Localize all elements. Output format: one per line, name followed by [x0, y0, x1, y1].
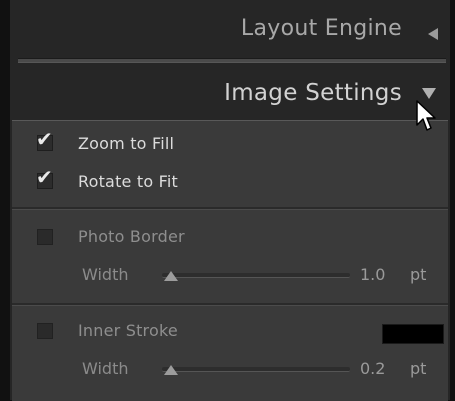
- photo-border-width-label: Width: [82, 265, 129, 284]
- panel-divider: [18, 58, 446, 63]
- inner-stroke-color-swatch[interactable]: [382, 324, 444, 344]
- zoom-to-fill-row[interactable]: ✔ Zoom to Fill: [12, 129, 448, 157]
- right-panel: Layout Engine Image Settings ✔ Zoom to F…: [10, 0, 450, 401]
- inner-stroke-label: Inner Stroke: [78, 321, 178, 340]
- photo-border-width-row: Width 1.0 pt: [12, 263, 448, 289]
- mouse-cursor-icon: [416, 100, 436, 131]
- inner-stroke-row[interactable]: Inner Stroke: [12, 321, 448, 345]
- slider-thumb-icon[interactable]: [164, 271, 179, 281]
- image-settings-header[interactable]: Image Settings: [10, 66, 450, 120]
- inner-stroke-width-slider[interactable]: [162, 367, 350, 372]
- layout-engine-title: Layout Engine: [240, 16, 402, 41]
- image-settings-content: ✔ Zoom to Fill ✔ Rotate to Fit Photo Bor…: [12, 120, 448, 401]
- layout-engine-header[interactable]: Layout Engine: [10, 0, 450, 60]
- photo-border-width-slider[interactable]: [162, 273, 350, 278]
- expand-triangle-icon[interactable]: [422, 88, 436, 99]
- checkmark-icon: ✔: [36, 165, 53, 189]
- collapse-triangle-icon[interactable]: [428, 28, 438, 40]
- inner-stroke-width-value[interactable]: 0.2: [360, 359, 385, 378]
- checkmark-icon: ✔: [36, 127, 53, 151]
- rotate-to-fit-row[interactable]: ✔ Rotate to Fit: [12, 167, 448, 195]
- photo-border-label: Photo Border: [78, 227, 185, 246]
- photo-border-checkbox[interactable]: [37, 229, 53, 245]
- photo-border-width-unit: pt: [410, 265, 427, 284]
- inner-stroke-width-label: Width: [82, 359, 129, 378]
- slider-thumb-icon[interactable]: [164, 365, 179, 375]
- rotate-to-fit-label: Rotate to Fit: [78, 172, 178, 191]
- inner-stroke-checkbox[interactable]: [37, 323, 53, 339]
- inner-stroke-width-row: Width 0.2 pt: [12, 357, 448, 383]
- image-settings-title: Image Settings: [224, 80, 402, 106]
- zoom-to-fill-label: Zoom to Fill: [78, 134, 175, 153]
- section-separator: [12, 303, 448, 306]
- photo-border-width-value[interactable]: 1.0: [360, 265, 385, 284]
- section-separator: [12, 207, 448, 210]
- inner-stroke-width-unit: pt: [410, 359, 427, 378]
- photo-border-row[interactable]: Photo Border: [12, 227, 448, 251]
